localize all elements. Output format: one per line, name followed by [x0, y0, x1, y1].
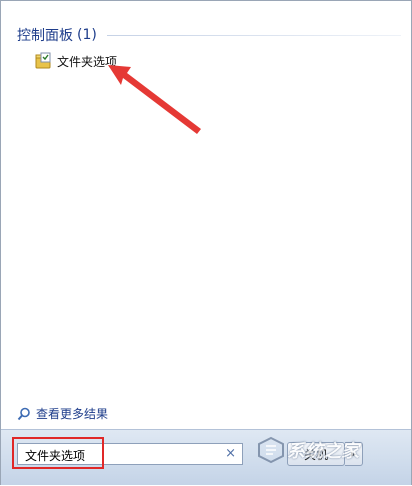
search-icon — [17, 407, 30, 420]
search-input-value: 文件夹选项 — [25, 449, 86, 463]
watermark-text: 系统之家 — [287, 441, 359, 462]
clear-search-icon[interactable]: × — [225, 446, 236, 462]
folder-options-icon — [35, 52, 53, 70]
search-input[interactable]: 文件夹选项 × — [17, 443, 243, 465]
result-label: 文件夹选项 — [57, 54, 118, 69]
result-item-folder-options[interactable]: 文件夹选项 — [29, 51, 121, 71]
see-more-results-link[interactable]: 查看更多结果 — [17, 405, 108, 422]
start-menu-bottom-bar: 文件夹选项 × 关机 ▸ 系统之家 — [1, 429, 411, 485]
group-divider — [106, 34, 401, 36]
group-title: 控制面板 — [17, 28, 73, 44]
watermark-logo — [258, 436, 284, 464]
result-group-header: 控制面板 (1) — [17, 25, 401, 45]
see-more-label: 查看更多结果 — [36, 407, 109, 421]
search-results-panel: 控制面板 (1) 文件夹选项 — [7, 7, 403, 427]
group-count: (1) — [77, 27, 97, 43]
watermark: 系统之家 — [257, 436, 359, 464]
start-menu-window: 控制面板 (1) 文件夹选项 查看更多结果 文件夹选项 × 关机 ▸ 系统之家 — [0, 0, 412, 485]
